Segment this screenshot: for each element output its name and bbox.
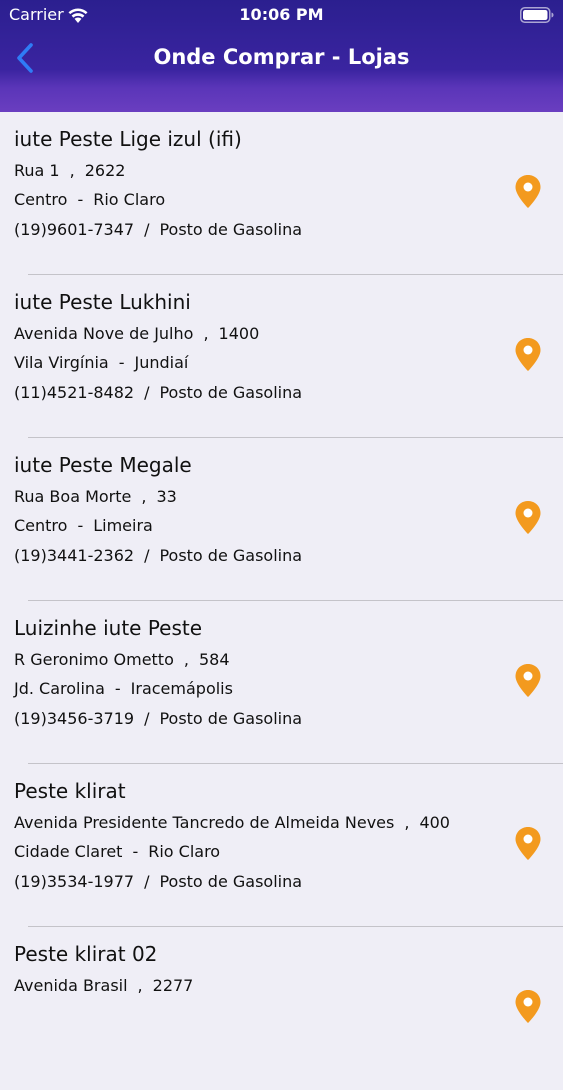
- store-number: 2277: [152, 976, 194, 995]
- store-type: Posto de Gasolina: [159, 872, 303, 891]
- store-phone: (19)3441-2362: [14, 546, 135, 565]
- battery-icon: [520, 7, 554, 23]
- list-item[interactable]: iute Peste Lukhini Avenida Nove de Julho…: [0, 275, 563, 438]
- store-address: Rua 1, 2622: [14, 161, 126, 180]
- store-name: iute Peste Lige izul (ifi): [14, 127, 242, 151]
- store-name: Luizinhe iute Peste: [14, 616, 203, 640]
- map-pin-icon[interactable]: [514, 826, 542, 862]
- store-number: 1400: [218, 324, 260, 343]
- store-contact: (19)3456-3719/Posto de Gasolina: [14, 709, 303, 728]
- store-type: Posto de Gasolina: [159, 383, 303, 402]
- store-address: Avenida Brasil, 2277: [14, 976, 194, 995]
- store-street: Avenida Brasil: [14, 976, 128, 995]
- store-type: Posto de Gasolina: [159, 546, 303, 565]
- store-name: Peste klirat: [14, 779, 126, 803]
- clock: 10:06 PM: [239, 5, 324, 24]
- map-pin-icon[interactable]: [514, 337, 542, 373]
- list-item[interactable]: Luizinhe iute Peste R Geronimo Ometto, 58…: [0, 601, 563, 764]
- store-street: R Geronimo Ometto: [14, 650, 174, 669]
- store-number: 2622: [84, 161, 126, 180]
- store-location: Cidade Claret - Rio Claro: [14, 842, 221, 861]
- store-phone: (19)9601-7347: [14, 220, 135, 239]
- store-contact: (19)3441-2362/Posto de Gasolina: [14, 546, 303, 565]
- map-pin-icon[interactable]: [514, 500, 542, 536]
- store-address: Avenida Presidente Tancredo de Almeida N…: [14, 813, 450, 832]
- store-contact: (19)9601-7347/Posto de Gasolina: [14, 220, 303, 239]
- store-district: Jd. Carolina: [14, 679, 105, 698]
- store-phone: (11)4521-8482: [14, 383, 135, 402]
- store-district: Centro: [14, 190, 68, 209]
- store-address: Rua Boa Morte, 33: [14, 487, 177, 506]
- store-name: Peste klirat 02: [14, 942, 158, 966]
- store-number: 584: [198, 650, 230, 669]
- store-location: Jd. Carolina - Iracemápolis: [14, 679, 233, 698]
- store-address: Avenida Nove de Julho, 1400: [14, 324, 260, 343]
- header: Carrier 10:06 PM Onde Comprar - Lojas: [0, 0, 563, 112]
- store-name: iute Peste Lukhini: [14, 290, 191, 314]
- navigation-bar: Onde Comprar - Lojas: [0, 30, 563, 86]
- store-city: Rio Claro: [148, 842, 221, 861]
- store-city: Jundiaí: [134, 353, 189, 372]
- list-item[interactable]: Peste klirat 02 Avenida Brasil, 2277: [0, 927, 563, 1090]
- list-item[interactable]: iute Peste Lige izul (ifi) Rua 1, 2622 Ce…: [0, 112, 563, 275]
- store-type: Posto de Gasolina: [159, 220, 303, 239]
- store-contact: (11)4521-8482/Posto de Gasolina: [14, 383, 303, 402]
- store-street: Rua Boa Morte: [14, 487, 132, 506]
- store-type: Posto de Gasolina: [159, 709, 303, 728]
- status-bar: Carrier 10:06 PM: [0, 0, 563, 30]
- store-location: Centro - Limeira: [14, 516, 153, 535]
- store-name: iute Peste Megale: [14, 453, 192, 477]
- store-city: Iracemápolis: [130, 679, 233, 698]
- store-street: Rua 1: [14, 161, 60, 180]
- store-district: Centro: [14, 516, 68, 535]
- page-title: Onde Comprar - Lojas: [153, 45, 410, 69]
- store-number: 400: [419, 813, 450, 832]
- store-contact: (19)3534-1977/Posto de Gasolina: [14, 872, 303, 891]
- store-location: Centro - Rio Claro: [14, 190, 166, 209]
- store-phone: (19)3534-1977: [14, 872, 135, 891]
- list-item[interactable]: iute Peste Megale Rua Boa Morte, 33 Centr…: [0, 438, 563, 601]
- store-district: Cidade Claret: [14, 842, 123, 861]
- store-list[interactable]: iute Peste Lige izul (ifi) Rua 1, 2622 Ce…: [0, 112, 563, 1090]
- map-pin-icon[interactable]: [514, 989, 542, 1025]
- store-number: 33: [156, 487, 177, 506]
- store-street: Avenida Nove de Julho: [14, 324, 194, 343]
- store-city: Limeira: [93, 516, 153, 535]
- map-pin-icon[interactable]: [514, 174, 542, 210]
- store-district: Vila Virgínia: [14, 353, 109, 372]
- list-item[interactable]: Peste klirat Avenida Presidente Tancredo…: [0, 764, 563, 927]
- store-location: Vila Virgínia - Jundiaí: [14, 353, 189, 372]
- store-street: Avenida Presidente Tancredo de Almeida N…: [14, 813, 395, 832]
- map-pin-icon[interactable]: [514, 663, 542, 699]
- store-city: Rio Claro: [93, 190, 166, 209]
- store-address: R Geronimo Ometto, 584: [14, 650, 230, 669]
- store-phone: (19)3456-3719: [14, 709, 135, 728]
